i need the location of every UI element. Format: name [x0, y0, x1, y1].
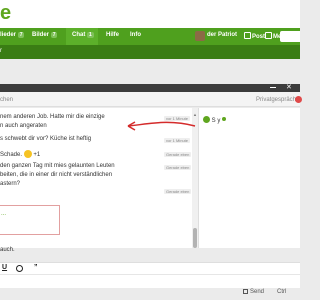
nav-user-name[interactable]: der Patriot	[207, 32, 237, 38]
editor-toolbar: U ”	[0, 262, 300, 274]
search-input[interactable]	[280, 31, 300, 42]
nav-badge: 1	[87, 32, 94, 38]
close-icon[interactable]: ✕	[286, 84, 292, 92]
chat-message: n auch angeraten	[0, 123, 47, 129]
smiley-picker-icon[interactable]	[16, 265, 23, 272]
user-avatar-icon	[203, 116, 210, 123]
user-list-item[interactable]: S y	[203, 116, 227, 124]
chat-message: astern?	[0, 181, 21, 187]
chat-message: auch.	[0, 247, 15, 253]
nav-item-info[interactable]: Info	[130, 32, 141, 38]
user-list	[198, 108, 300, 248]
user-avatar[interactable]	[195, 31, 205, 41]
user-name: S y	[211, 118, 221, 124]
bell-icon	[265, 32, 272, 39]
online-status-icon	[222, 117, 227, 121]
ctrl-hint: Ctrl	[277, 289, 287, 295]
subnav-item[interactable]: r	[0, 48, 2, 54]
chat-header: chen Privatgespräche	[0, 92, 302, 107]
nav-badge: 7	[17, 32, 25, 38]
quote-button[interactable]: ”	[34, 264, 38, 271]
underline-button[interactable]: U	[2, 264, 7, 271]
site-header: e	[0, 0, 300, 28]
nav-item-chat[interactable]: Chat 1	[72, 32, 94, 38]
chat-message: nem anderen Job. Hatte mir die einzige	[0, 114, 105, 120]
main-navigation: lieder 7 Bilder 7 Chat 1 Hilfe Info der …	[0, 28, 300, 45]
notification-icon[interactable]	[295, 96, 302, 103]
nav-item-lieder[interactable]: lieder 7	[0, 32, 25, 38]
message-time: vor 1 Minute	[164, 138, 191, 143]
site-logo[interactable]: e	[0, 2, 11, 25]
chat-room-label[interactable]: chen	[0, 97, 13, 103]
chat-message: beiten, die in einer dir nicht verständl…	[0, 172, 113, 178]
quote-block: ...	[0, 205, 60, 235]
quote-dots: ...	[1, 211, 7, 217]
scroll-thumb[interactable]	[193, 228, 197, 248]
nav-post[interactable]: Post	[244, 32, 265, 40]
message-input[interactable]	[0, 274, 300, 288]
message-time: Gerade eben	[164, 165, 192, 170]
private-chats-label[interactable]: Privatgespräche	[256, 97, 299, 103]
minimize-icon[interactable]	[270, 87, 276, 88]
page-root: e lieder 7 Bilder 7 Chat 1 Hilfe Info de…	[0, 0, 302, 300]
send-icon[interactable]	[243, 289, 248, 294]
smiley-icon	[23, 150, 32, 158]
send-button[interactable]: Send	[250, 289, 264, 295]
sub-navigation: r	[0, 45, 300, 59]
chat-message: s schwebt dir vor? Küche ist heftig	[0, 136, 92, 142]
chat-window-titlebar: ✕	[0, 84, 300, 92]
nav-item-hilfe[interactable]: Hilfe	[106, 32, 119, 38]
nav-badge: 7	[50, 32, 58, 38]
mail-icon	[244, 32, 251, 39]
chat-message: Schade. +1	[0, 150, 41, 158]
chat-message: den ganzen Tag mit mies gelaunten Leuten	[0, 163, 115, 169]
nav-item-bilder[interactable]: Bilder 7	[32, 32, 58, 38]
message-time: vor 1 Minute	[164, 116, 191, 121]
message-time: Gerade eben	[164, 189, 192, 194]
scroll-up-icon[interactable]: ▲	[193, 112, 197, 117]
message-time: Gerade eben	[164, 152, 192, 157]
